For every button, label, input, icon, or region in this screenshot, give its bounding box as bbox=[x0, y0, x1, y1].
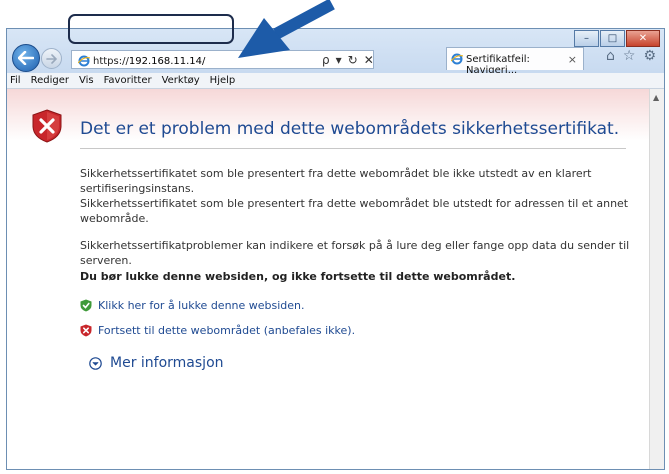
tools-gear-icon[interactable]: ⚙ bbox=[643, 48, 656, 64]
address-mismatch-text: Sikkerhetssertifikatet som ble presenter… bbox=[80, 197, 629, 225]
menu-edit[interactable]: Rediger bbox=[31, 73, 69, 88]
url-text[interactable]: https://192.168.11.14/ bbox=[93, 56, 205, 67]
back-button[interactable] bbox=[12, 44, 40, 72]
ie-page-icon bbox=[78, 55, 90, 67]
tab-close-icon[interactable]: × bbox=[568, 53, 577, 66]
close-window-button[interactable]: ✕ bbox=[626, 30, 660, 47]
forward-arrow-icon bbox=[46, 53, 57, 64]
green-shield-icon bbox=[80, 299, 92, 312]
menu-bar: Fil Rediger Vis Favoritter Verktøy Hjelp bbox=[7, 73, 664, 89]
back-arrow-icon bbox=[18, 51, 34, 65]
untrusted-ca-text: Sikkerhetssertifikatet som ble presenter… bbox=[80, 167, 592, 195]
url-host: 192.168.11.14/ bbox=[128, 56, 206, 67]
page-content: Det er et problem med dette webområdets … bbox=[7, 89, 650, 469]
forward-button[interactable] bbox=[41, 48, 62, 69]
close-page-link-text[interactable]: Klikk her for å lukke denne websiden. bbox=[98, 299, 305, 312]
more-info-toggle[interactable]: Mer informasjon bbox=[89, 355, 224, 371]
page-title: Det er et problem med dette webområdets … bbox=[80, 119, 620, 139]
close-page-link[interactable]: Klikk her for å lukke denne websiden. bbox=[80, 299, 305, 312]
tab-certificate-error[interactable]: Sertifikatfeil: Navigeri... × bbox=[446, 47, 584, 76]
more-info-label[interactable]: Mer informasjon bbox=[110, 355, 224, 371]
menu-view[interactable]: Vis bbox=[79, 73, 94, 88]
annotation-arrow-icon bbox=[238, 0, 335, 58]
maximize-button[interactable]: □ bbox=[600, 30, 625, 47]
menu-tools[interactable]: Verktøy bbox=[162, 73, 200, 88]
stop-icon[interactable]: ✕ bbox=[364, 53, 374, 67]
red-shield-icon bbox=[80, 324, 92, 337]
url-prefix: https:// bbox=[93, 56, 129, 67]
divider bbox=[80, 148, 626, 149]
address-highlight-annotation bbox=[68, 14, 234, 44]
menu-file[interactable]: Fil bbox=[10, 73, 21, 88]
browser-window: – □ ✕ https://192.168.11.14/ ρ ▾ ↻ ✕ Ser… bbox=[6, 28, 665, 470]
refresh-icon[interactable]: ↻ bbox=[348, 53, 358, 67]
menu-help[interactable]: Hjelp bbox=[210, 73, 236, 88]
warning-text: Sikkerhetssertifikatproblemer kan indike… bbox=[80, 239, 630, 267]
home-icon[interactable]: ⌂ bbox=[606, 48, 615, 64]
favorites-star-icon[interactable]: ☆ bbox=[623, 48, 636, 64]
menu-favorites[interactable]: Favoritter bbox=[104, 73, 152, 88]
minimize-button[interactable]: – bbox=[574, 30, 599, 47]
toolbar-icons: ⌂ ☆ ⚙ bbox=[606, 48, 656, 64]
scroll-up-arrow-icon[interactable]: ▲ bbox=[653, 93, 659, 102]
continue-link[interactable]: Fortsett til dette webområdet (anbefales… bbox=[80, 324, 355, 337]
expand-chevron-icon bbox=[89, 356, 102, 370]
error-shield-icon bbox=[32, 109, 62, 143]
continue-link-text[interactable]: Fortsett til dette webområdet (anbefales… bbox=[98, 324, 355, 337]
window-controls: – □ ✕ bbox=[574, 30, 660, 47]
vertical-scrollbar[interactable]: ▲ bbox=[649, 89, 664, 469]
recommendation-text: Du bør lukke denne websiden, og ikke for… bbox=[80, 270, 516, 283]
ie-tab-icon bbox=[451, 53, 463, 65]
